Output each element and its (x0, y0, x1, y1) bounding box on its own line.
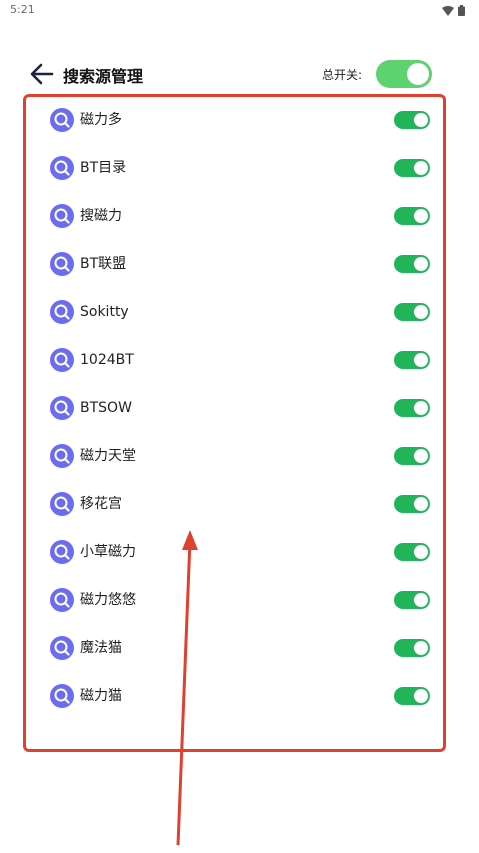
master-switch-label: 总开关: (322, 68, 363, 82)
source-row[interactable]: 磁力多 (0, 108, 479, 156)
search-source-icon (50, 540, 74, 564)
source-label: BT目录 (80, 160, 127, 176)
header: 搜索源管理 总开关: (0, 52, 479, 96)
source-toggle[interactable] (394, 159, 430, 177)
toggle-knob (414, 257, 428, 271)
search-source-icon (50, 444, 74, 468)
source-label: Sokitty (80, 304, 129, 320)
source-label: 磁力多 (80, 112, 122, 128)
source-row[interactable]: 1024BT (0, 348, 479, 396)
search-source-icon (50, 396, 74, 420)
toggle-knob (414, 305, 428, 319)
search-source-icon (50, 252, 74, 276)
source-row[interactable]: 磁力天堂 (0, 444, 479, 492)
source-label: 磁力天堂 (80, 448, 136, 464)
search-source-icon (50, 588, 74, 612)
toggle-knob (414, 353, 428, 367)
status-time: 5:21 (10, 3, 35, 16)
battery-icon (458, 5, 465, 16)
toggle-knob (407, 63, 429, 85)
back-button[interactable] (28, 60, 56, 88)
source-row[interactable]: Sokitty (0, 300, 479, 348)
source-label: BTSOW (80, 400, 132, 416)
source-toggle[interactable] (394, 303, 430, 321)
source-toggle[interactable] (394, 543, 430, 561)
source-label: 磁力猫 (80, 688, 122, 704)
toggle-knob (414, 689, 428, 703)
source-row[interactable]: 移花宫 (0, 492, 479, 540)
wifi-icon (442, 5, 454, 16)
source-label: 魔法猫 (80, 640, 122, 656)
search-source-icon (50, 636, 74, 660)
status-icons (442, 5, 465, 16)
source-label: BT联盟 (80, 256, 127, 272)
source-toggle[interactable] (394, 639, 430, 657)
source-row[interactable]: BT联盟 (0, 252, 479, 300)
source-toggle[interactable] (394, 207, 430, 225)
status-bar: 5:21 (0, 0, 479, 22)
toggle-knob (414, 209, 428, 223)
search-source-icon (50, 300, 74, 324)
source-row[interactable]: BTSOW (0, 396, 479, 444)
toggle-knob (414, 545, 428, 559)
source-toggle[interactable] (394, 111, 430, 129)
toggle-knob (414, 449, 428, 463)
search-source-icon (50, 204, 74, 228)
search-source-icon (50, 108, 74, 132)
toggle-knob (414, 401, 428, 415)
source-row[interactable]: 磁力悠悠 (0, 588, 479, 636)
source-toggle[interactable] (394, 255, 430, 273)
source-label: 小草磁力 (80, 544, 136, 560)
toggle-knob (414, 113, 428, 127)
search-source-icon (50, 348, 74, 372)
page-title: 搜索源管理 (63, 67, 144, 86)
source-toggle[interactable] (394, 495, 430, 513)
source-row[interactable]: 搜磁力 (0, 204, 479, 252)
source-toggle[interactable] (394, 399, 430, 417)
arrow-left-icon (30, 63, 54, 85)
source-row[interactable]: BT目录 (0, 156, 479, 204)
toggle-knob (414, 497, 428, 511)
source-toggle[interactable] (394, 687, 430, 705)
search-source-icon (50, 156, 74, 180)
source-toggle[interactable] (394, 591, 430, 609)
toggle-knob (414, 161, 428, 175)
search-source-icon (50, 492, 74, 516)
source-label: 搜磁力 (80, 208, 122, 224)
source-label: 1024BT (80, 352, 134, 368)
source-row[interactable]: 磁力猫 (0, 684, 479, 732)
source-toggle[interactable] (394, 447, 430, 465)
source-row[interactable]: 魔法猫 (0, 636, 479, 684)
master-switch-toggle[interactable] (376, 60, 432, 88)
source-toggle[interactable] (394, 351, 430, 369)
search-source-icon (50, 684, 74, 708)
toggle-knob (414, 593, 428, 607)
source-label: 移花宫 (80, 496, 122, 512)
toggle-knob (414, 641, 428, 655)
source-label: 磁力悠悠 (80, 592, 136, 608)
source-row[interactable]: 小草磁力 (0, 540, 479, 588)
